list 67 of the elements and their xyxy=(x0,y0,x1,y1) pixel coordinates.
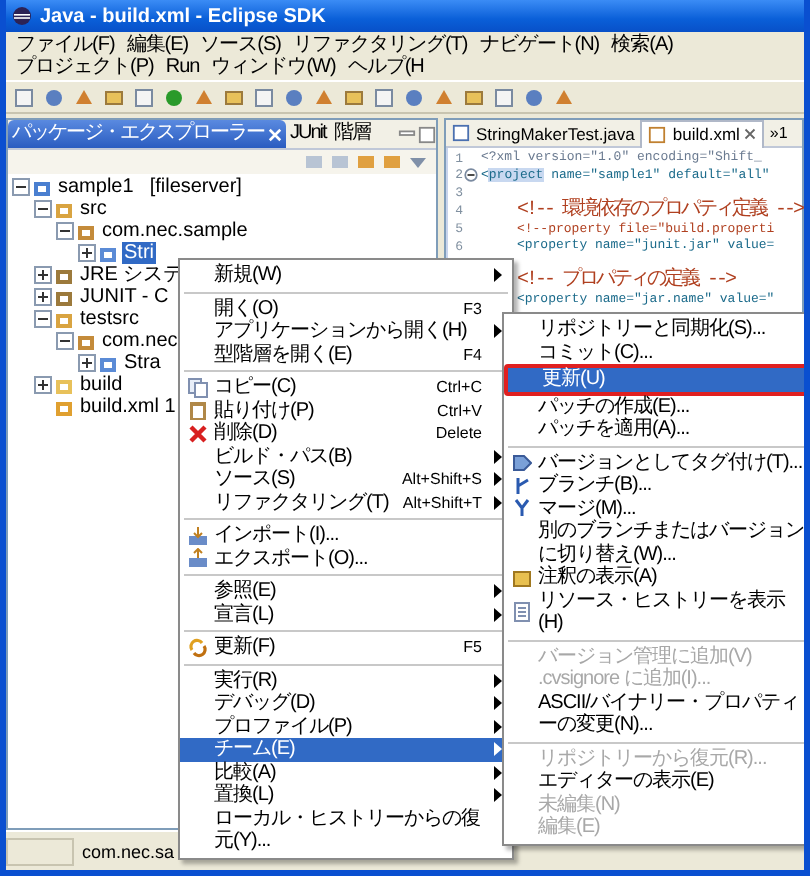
more-tabs-indicator[interactable]: »1 xyxy=(763,124,788,142)
import-icon xyxy=(187,525,207,546)
code-line: <!-- 環境依存のプロパティ定義 --> xyxy=(514,201,802,221)
view-tab[interactable]: 階層 xyxy=(329,120,374,148)
merge-icon xyxy=(511,498,531,519)
tree-item[interactable]: testsrc xyxy=(78,308,141,330)
team-menu-item[interactable]: コミット(C)... xyxy=(504,341,804,364)
tree-item[interactable]: build.xml 1 xyxy=(78,396,178,418)
clipboard-icon xyxy=(187,400,207,421)
tree-item[interactable]: com.nec.sample xyxy=(100,220,250,242)
tree-item[interactable]: JUNIT - C xyxy=(78,286,171,308)
status-field xyxy=(6,837,74,865)
expand-icon[interactable] xyxy=(34,376,52,394)
menu-item[interactable]: Run xyxy=(159,56,206,78)
branch-icon xyxy=(511,475,531,496)
collapse-icon[interactable] xyxy=(34,310,52,328)
code-line: <!-- プロパティの定義 --> xyxy=(514,272,734,292)
team-menu-item[interactable]: 更新(U) xyxy=(504,364,804,395)
menu-item[interactable]: 検索(A) xyxy=(605,34,679,56)
context-menu-item[interactable]: 新規(W) xyxy=(180,264,512,287)
tree-item-annotation: [fileserver] xyxy=(149,176,242,198)
expand-icon[interactable] xyxy=(78,244,96,262)
expand-icon[interactable] xyxy=(78,354,96,372)
expand-icon[interactable] xyxy=(34,288,52,306)
tree-item[interactable]: src xyxy=(78,198,109,220)
menu-item[interactable]: ソース(S) xyxy=(194,34,287,56)
history-icon xyxy=(511,602,531,622)
team-menu-item[interactable]: ASCII/バイナリー・プロパティーの変更(N)... xyxy=(504,691,804,737)
collapse-icon[interactable] xyxy=(12,178,30,196)
tree-item[interactable]: sample1 xyxy=(56,176,136,198)
view-tab[interactable]: パッケージ・エクスプローラー xyxy=(8,120,286,148)
team-menu-item[interactable]: リポジトリーと同期化(S)... xyxy=(504,318,804,341)
menu-item[interactable]: 編集(E) xyxy=(120,34,195,56)
editor-tab[interactable]: build.xml xyxy=(640,119,764,147)
team-menu-item[interactable]: ブランチ(B)... xyxy=(504,474,804,497)
context-menu-item[interactable]: 開く(O) F3 xyxy=(180,297,512,320)
expand-icon[interactable] xyxy=(34,266,52,284)
menu-item[interactable]: ウィンドウ(W) xyxy=(205,56,342,78)
team-menu-item[interactable]: バージョンとしてタグ付け(T)... xyxy=(504,451,804,474)
team-menu-item[interactable]: パッチを適用(A)... xyxy=(504,418,804,441)
team-menu-item[interactable]: パッチの作成(E)... xyxy=(504,395,804,418)
collapse-icon[interactable] xyxy=(56,332,74,350)
window-title: Java - build.xml - Eclipse SDK xyxy=(40,5,326,27)
copy-icon xyxy=(187,377,207,398)
context-menu-item[interactable]: コピー(C) Ctrl+C xyxy=(180,376,512,399)
eclipse-logo-icon xyxy=(12,6,32,26)
menu-item[interactable]: ヘルプ(H xyxy=(341,56,430,78)
refresh-icon xyxy=(187,637,207,658)
menu-item[interactable]: リファクタリング(T) xyxy=(286,34,474,56)
status-text: com.nec.sa xyxy=(82,841,175,861)
tree-item[interactable]: com.nec xyxy=(100,330,180,352)
close-icon[interactable] xyxy=(743,128,756,140)
menu-item[interactable]: ファイル(F) xyxy=(10,34,121,56)
collapse-fold-icon[interactable] xyxy=(464,168,479,183)
collapse-icon[interactable] xyxy=(56,222,74,240)
collapse-icon[interactable] xyxy=(34,200,52,218)
menu-item[interactable]: ナビゲート(N) xyxy=(473,34,606,56)
menu-item[interactable]: プロジェクト(P) xyxy=(10,56,160,78)
team-menu-item[interactable]: エディターの表示(E) xyxy=(504,770,804,793)
tree-item[interactable]: Stri xyxy=(122,242,156,264)
view-tab[interactable]: JUnit xyxy=(286,120,330,148)
export-icon xyxy=(187,548,207,569)
tree-item[interactable]: build xyxy=(78,374,125,396)
editor-tab[interactable]: StringMakerTest.java xyxy=(446,120,641,146)
tree-item[interactable]: Stra xyxy=(122,352,163,374)
delete-icon xyxy=(187,423,207,444)
maximize-icon[interactable] xyxy=(418,125,436,143)
